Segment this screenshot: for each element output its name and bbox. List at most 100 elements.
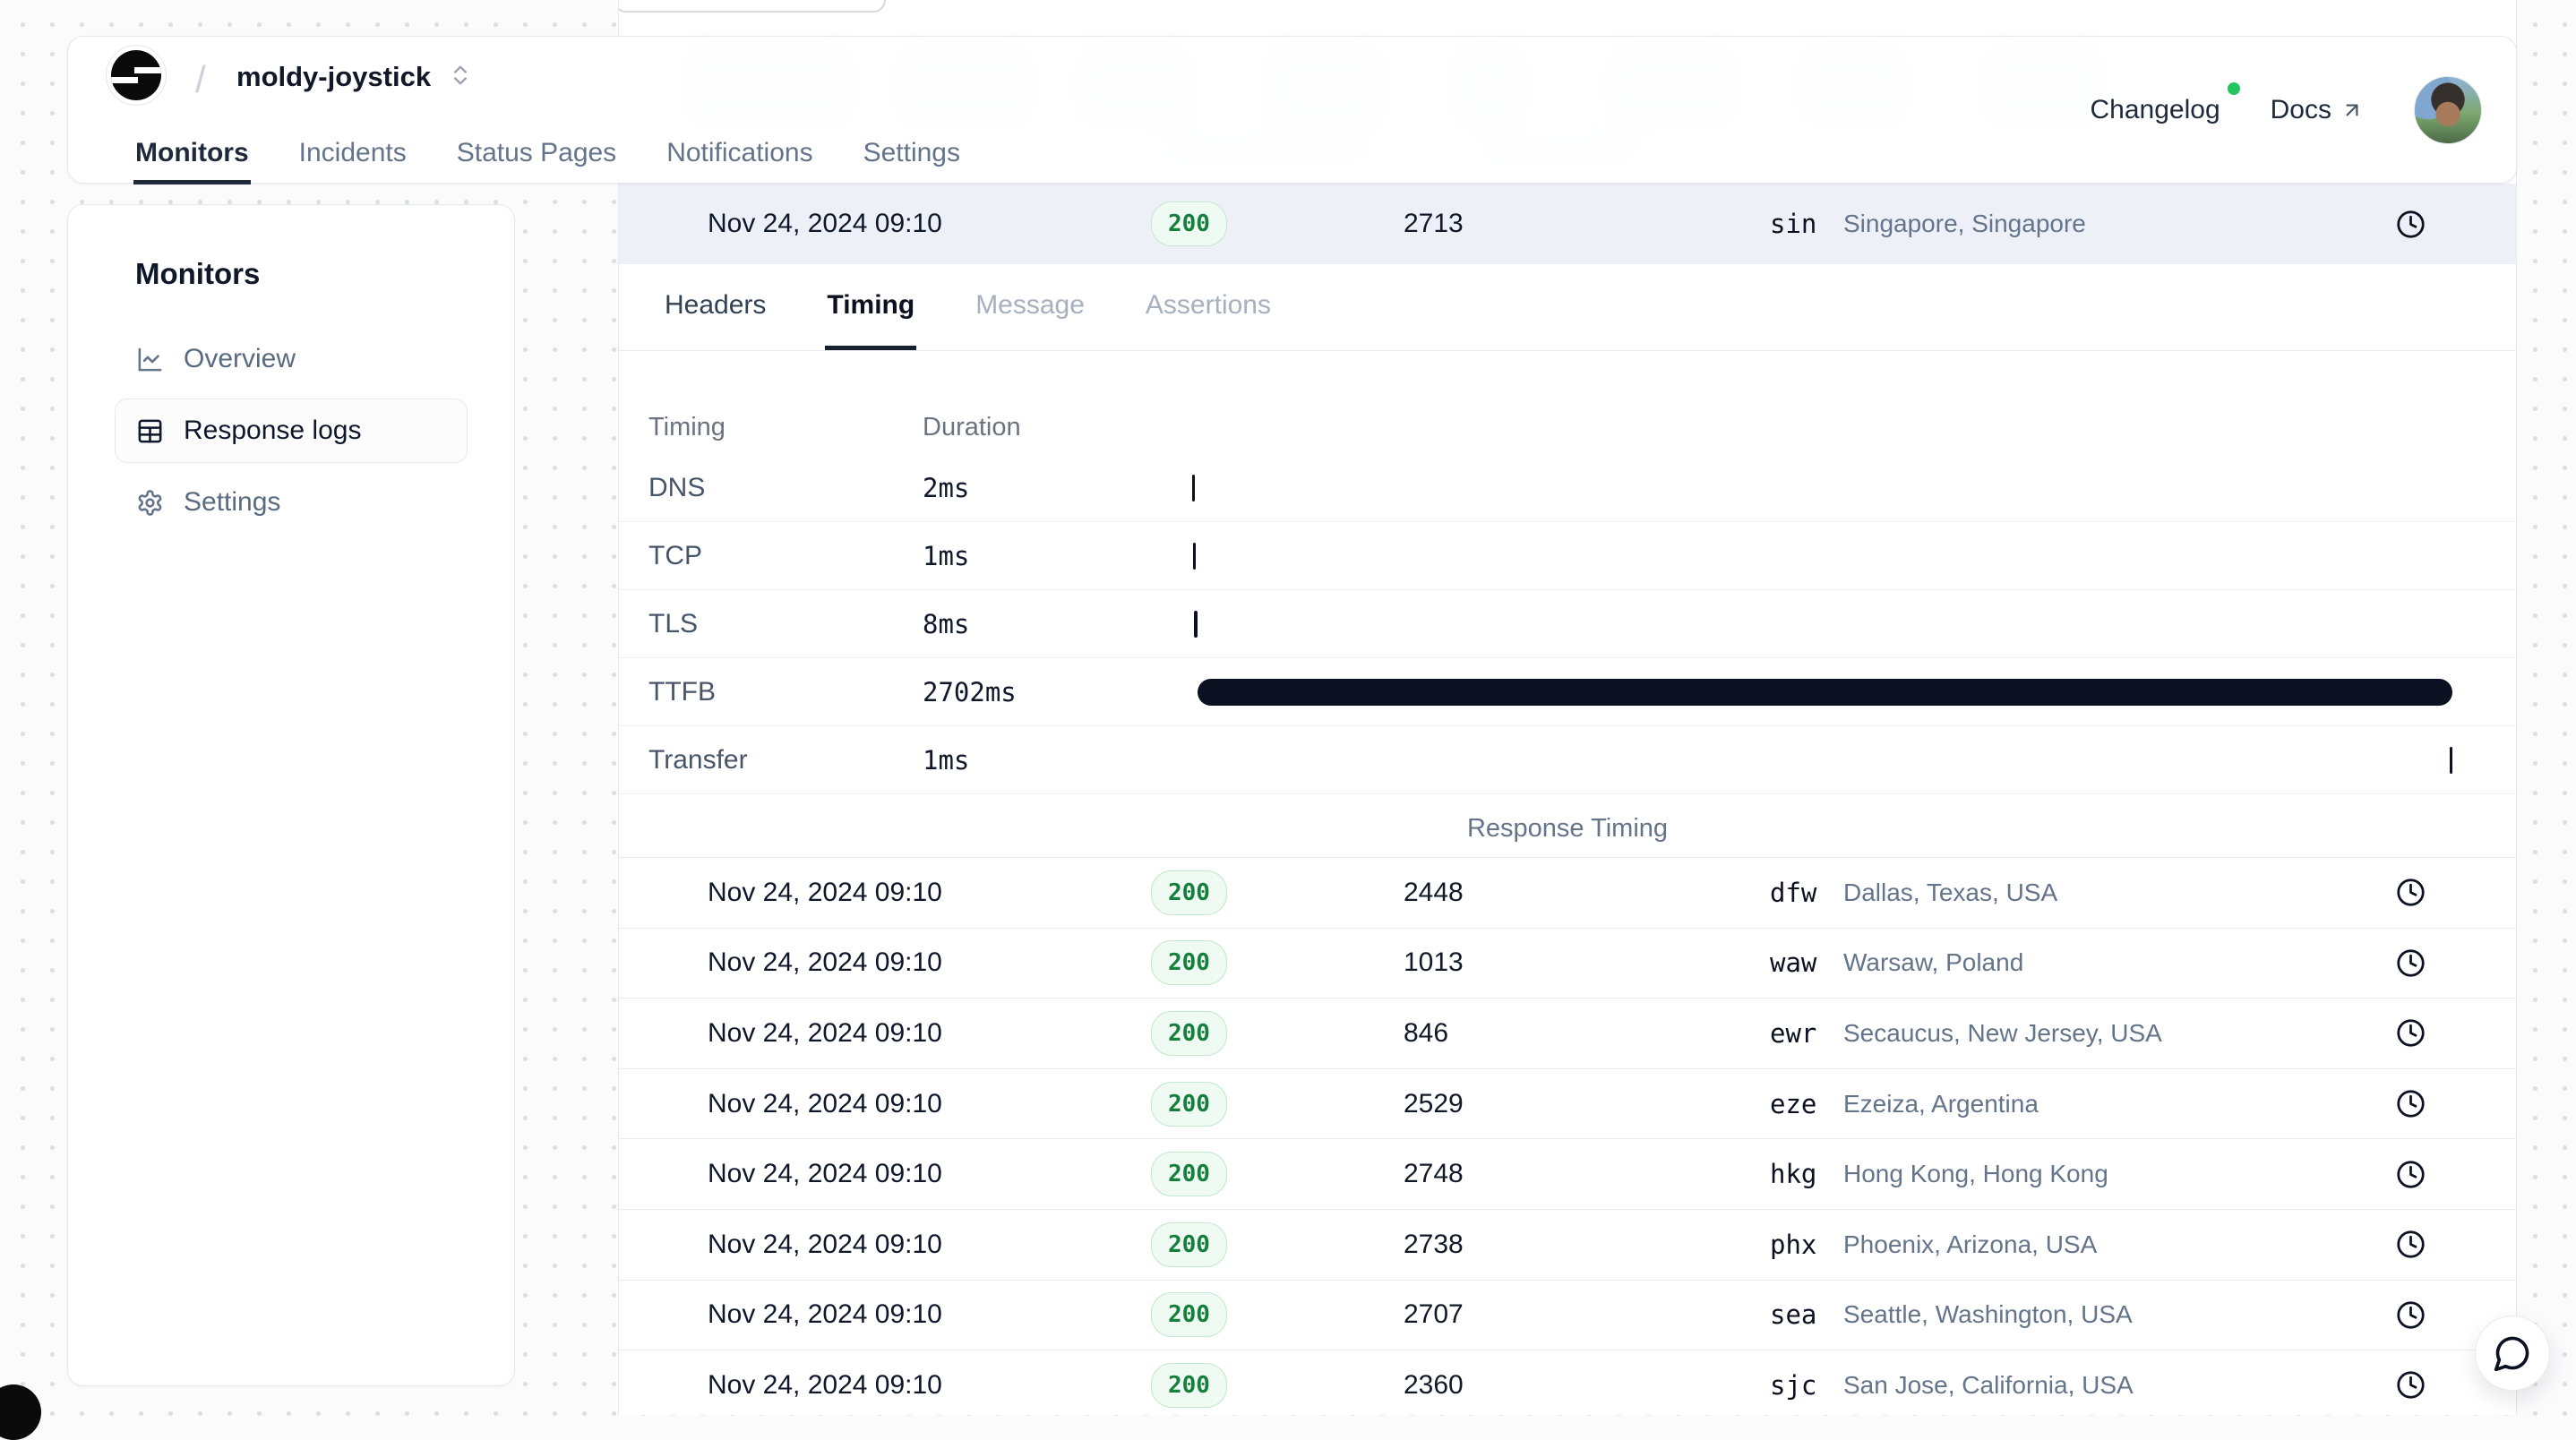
log-timestamp: Nov 24, 2024 09:10 bbox=[708, 947, 1151, 978]
nav-tab-settings[interactable]: Settings bbox=[862, 127, 962, 184]
log-timestamp: Nov 24, 2024 09:10 bbox=[708, 878, 1151, 908]
log-latency: 1013 bbox=[1404, 947, 1770, 978]
support-chat-button[interactable] bbox=[2475, 1316, 2550, 1391]
log-latency: 2748 bbox=[1404, 1159, 1770, 1189]
log-row[interactable]: Nov 24, 2024 09:10 200 2738 phx Phoenix,… bbox=[619, 1210, 2516, 1281]
clock-icon[interactable] bbox=[2396, 1018, 2426, 1048]
timing-table-header: Timing Duration bbox=[619, 400, 2516, 454]
clock-icon[interactable] bbox=[2396, 1300, 2426, 1330]
log-row[interactable]: Nov 24, 2024 09:10 200 1013 waw Warsaw, … bbox=[619, 929, 2516, 999]
log-region-location: San Jose, California, USA bbox=[1843, 1371, 2396, 1400]
log-region-code: waw bbox=[1770, 947, 1843, 978]
breadcrumb-separator: / bbox=[195, 58, 206, 101]
sidebar-title: Monitors bbox=[115, 257, 468, 291]
user-avatar[interactable] bbox=[2414, 76, 2482, 144]
arrow-up-right-icon bbox=[2340, 99, 2364, 122]
log-timestamp: Nov 24, 2024 09:10 bbox=[708, 1159, 1151, 1189]
nav-tab-incidents[interactable]: Incidents bbox=[297, 127, 408, 184]
timing-bar-tcp bbox=[1193, 543, 1196, 570]
clock-icon[interactable] bbox=[2396, 1089, 2426, 1119]
message-circle-icon bbox=[2493, 1333, 2532, 1373]
timing-column-label: Timing bbox=[648, 413, 923, 442]
log-row[interactable]: Nov 24, 2024 09:10 200 2748 hkg Hong Kon… bbox=[619, 1139, 2516, 1210]
log-region-code: eze bbox=[1770, 1089, 1843, 1119]
log-region-location: Secaucus, New Jersey, USA bbox=[1843, 1019, 2396, 1048]
logo-s-glyph bbox=[111, 50, 161, 100]
timing-bar-dns bbox=[1192, 475, 1195, 501]
log-row-selected[interactable]: Nov 24, 2024 09:10 200 2713 sin Singapor… bbox=[619, 184, 2516, 264]
nav-tab-status-pages[interactable]: Status Pages bbox=[455, 127, 618, 184]
status-code-badge: 200 bbox=[1151, 1011, 1227, 1056]
tab-assertions: Assertions bbox=[1144, 264, 1273, 350]
log-timestamp: Nov 24, 2024 09:10 bbox=[708, 1299, 1151, 1330]
log-timestamp: Nov 24, 2024 09:10 bbox=[708, 1018, 1151, 1049]
log-row[interactable]: Nov 24, 2024 09:10 200 2360 sjc San Jose… bbox=[619, 1350, 2516, 1415]
status-code-badge: 200 bbox=[1151, 1363, 1227, 1408]
log-region-code: dfw bbox=[1770, 878, 1843, 908]
log-timestamp: Nov 24, 2024 09:10 bbox=[708, 209, 1151, 239]
log-row[interactable]: Nov 24, 2024 09:10 200 846 ewr Secaucus,… bbox=[619, 999, 2516, 1069]
clock-icon[interactable] bbox=[2396, 1370, 2426, 1400]
status-code-badge: 200 bbox=[1151, 870, 1227, 915]
dev-indicator bbox=[0, 1384, 41, 1440]
log-row[interactable]: Nov 24, 2024 09:10 200 2448 dfw Dallas, … bbox=[619, 858, 2516, 929]
log-region-location: Ezeiza, Argentina bbox=[1843, 1090, 2396, 1119]
changelog-link[interactable]: Changelog bbox=[2091, 95, 2220, 125]
log-region-location: Phoenix, Arizona, USA bbox=[1843, 1230, 2396, 1259]
log-region-code: sea bbox=[1770, 1299, 1843, 1330]
header-nav: Monitors Incidents Status Pages Notifica… bbox=[133, 127, 962, 184]
status-code-badge: 200 bbox=[1151, 1222, 1227, 1267]
timing-row-tls: TLS 8ms bbox=[619, 590, 2516, 658]
clock-icon[interactable] bbox=[2396, 210, 2426, 239]
log-latency: 2738 bbox=[1404, 1230, 1770, 1260]
log-rows-list: Nov 24, 2024 09:10 200 2448 dfw Dallas, … bbox=[619, 858, 2516, 1415]
openstatus-logo[interactable] bbox=[106, 45, 167, 106]
status-code-badge: 200 bbox=[1151, 1082, 1227, 1127]
sidebar-item-overview[interactable]: Overview bbox=[115, 327, 468, 391]
log-region-location: Warsaw, Poland bbox=[1843, 948, 2396, 977]
timing-bar-tls bbox=[1194, 611, 1198, 638]
timing-bar-transfer bbox=[2450, 747, 2452, 774]
log-latency: 2448 bbox=[1404, 878, 1770, 908]
nav-tab-notifications[interactable]: Notifications bbox=[665, 127, 814, 184]
status-code-badge: 200 bbox=[1151, 1152, 1227, 1196]
log-region-code: phx bbox=[1770, 1230, 1843, 1260]
timing-bar-ttfb bbox=[1198, 679, 2453, 706]
timing-row-tcp: TCP 1ms bbox=[619, 522, 2516, 590]
workspace-switcher[interactable]: moldy-joystick bbox=[236, 61, 431, 93]
clock-icon[interactable] bbox=[2396, 878, 2426, 907]
tab-timing[interactable]: Timing bbox=[825, 264, 916, 350]
table-icon bbox=[136, 417, 164, 445]
duration-column-label: Duration bbox=[923, 413, 1192, 442]
log-row[interactable]: Nov 24, 2024 09:10 200 2707 sea Seattle,… bbox=[619, 1281, 2516, 1351]
clock-icon[interactable] bbox=[2396, 948, 2426, 978]
docs-link[interactable]: Docs bbox=[2271, 95, 2364, 125]
log-row[interactable]: Nov 24, 2024 09:10 200 2529 eze Ezeiza, … bbox=[619, 1069, 2516, 1140]
log-region-code: sin bbox=[1770, 209, 1843, 239]
tab-headers[interactable]: Headers bbox=[663, 264, 768, 350]
log-region-location: Singapore, Singapore bbox=[1843, 210, 2396, 238]
gear-icon bbox=[136, 489, 164, 517]
header-actions: Changelog Docs bbox=[2091, 37, 2482, 183]
sidebar-item-response-logs[interactable]: Response logs bbox=[115, 399, 468, 463]
log-region-code: hkg bbox=[1770, 1159, 1843, 1189]
log-detail-panel: Headers Timing Message Assertions Timing… bbox=[619, 264, 2516, 858]
status-code-badge: 200 bbox=[1151, 201, 1227, 246]
nav-tab-monitors[interactable]: Monitors bbox=[133, 127, 251, 184]
log-timestamp: Nov 24, 2024 09:10 bbox=[708, 1089, 1151, 1119]
log-latency: 2713 bbox=[1404, 209, 1770, 239]
log-region-location: Hong Kong, Hong Kong bbox=[1843, 1160, 2396, 1188]
clock-icon[interactable] bbox=[2396, 1160, 2426, 1189]
tab-message: Message bbox=[974, 264, 1086, 350]
line-chart-icon bbox=[136, 346, 164, 373]
chevrons-up-down-icon[interactable] bbox=[448, 63, 473, 88]
log-region-location: Seattle, Washington, USA bbox=[1843, 1300, 2396, 1329]
status-code-badge: 200 bbox=[1151, 940, 1227, 985]
changelog-unread-dot bbox=[2228, 82, 2240, 95]
app-header: / moldy-joystick Monitors Incidents Stat… bbox=[67, 36, 2517, 184]
clock-icon[interactable] bbox=[2396, 1230, 2426, 1259]
log-latency: 2707 bbox=[1404, 1299, 1770, 1330]
sidebar-item-settings[interactable]: Settings bbox=[115, 470, 468, 535]
response-timing-caption: Response Timing bbox=[619, 814, 2516, 844]
log-latency: 2360 bbox=[1404, 1370, 1770, 1401]
